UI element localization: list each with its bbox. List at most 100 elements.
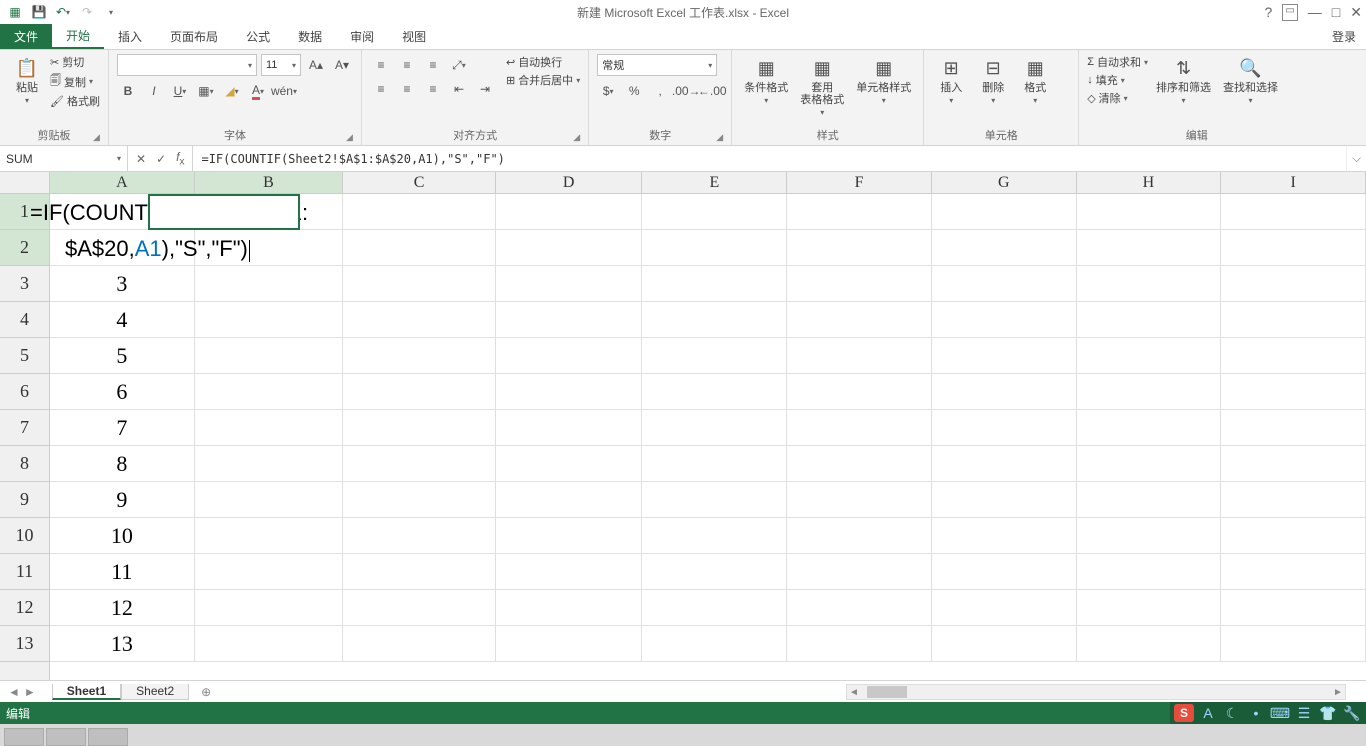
cell[interactable] xyxy=(932,194,1077,230)
cell[interactable] xyxy=(1221,374,1366,410)
sheet-tab[interactable]: Sheet1 xyxy=(52,684,121,700)
tab-view[interactable]: 视图 xyxy=(388,24,440,49)
row-header[interactable]: 7 xyxy=(0,410,49,446)
row-header[interactable]: 13 xyxy=(0,626,49,662)
cell[interactable] xyxy=(1221,482,1366,518)
tab-insert[interactable]: 插入 xyxy=(104,24,156,49)
taskbar-button[interactable] xyxy=(46,728,86,746)
tray-icon[interactable]: 🔧 xyxy=(1342,704,1362,722)
cell[interactable] xyxy=(787,374,932,410)
formula-input[interactable]: =IF(COUNTIF(Sheet2!$A$1:$A$20,A1),"S","F… xyxy=(193,146,1346,171)
cell[interactable] xyxy=(343,374,496,410)
number-format-combo[interactable]: 常规▾ xyxy=(597,54,717,76)
cell-styles-button[interactable]: ▦单元格样式▾ xyxy=(852,54,915,107)
cell[interactable] xyxy=(343,446,496,482)
cell[interactable] xyxy=(496,410,643,446)
tray-icon[interactable]: 👕 xyxy=(1318,704,1338,722)
cell[interactable]: 6 xyxy=(50,374,195,410)
cell[interactable] xyxy=(642,374,787,410)
align-center-icon[interactable]: ≡ xyxy=(396,78,418,100)
cell[interactable] xyxy=(1077,590,1222,626)
maximize-icon[interactable]: □ xyxy=(1332,4,1340,21)
cell[interactable] xyxy=(787,626,932,662)
cell[interactable] xyxy=(932,338,1077,374)
tray-icon[interactable]: • xyxy=(1246,704,1266,722)
cell[interactable] xyxy=(642,446,787,482)
comma-icon[interactable]: , xyxy=(649,80,671,102)
launcher-icon[interactable]: ◢ xyxy=(716,132,723,143)
tab-file[interactable]: 文件 xyxy=(0,24,52,49)
cell[interactable] xyxy=(932,554,1077,590)
cell[interactable] xyxy=(1077,266,1222,302)
sheet-nav-next-icon[interactable]: ► xyxy=(24,685,36,699)
cell[interactable] xyxy=(787,410,932,446)
minimize-icon[interactable]: — xyxy=(1308,4,1322,21)
cell[interactable] xyxy=(1221,590,1366,626)
cell[interactable] xyxy=(343,194,496,230)
cell[interactable] xyxy=(1221,554,1366,590)
phonetic-button[interactable]: wén▾ xyxy=(273,80,295,102)
sheet-nav-prev-icon[interactable]: ◄ xyxy=(8,685,20,699)
align-right-icon[interactable]: ≡ xyxy=(422,78,444,100)
cell[interactable]: 12 xyxy=(50,590,195,626)
tab-layout[interactable]: 页面布局 xyxy=(156,24,232,49)
undo-icon[interactable]: ↶▾ xyxy=(54,3,72,21)
cell[interactable] xyxy=(932,302,1077,338)
tab-home[interactable]: 开始 xyxy=(52,24,104,49)
launcher-icon[interactable]: ◢ xyxy=(346,132,353,143)
cell[interactable] xyxy=(787,590,932,626)
cell[interactable] xyxy=(343,266,496,302)
row-header[interactable]: 6 xyxy=(0,374,49,410)
column-header[interactable]: I xyxy=(1221,172,1366,193)
font-size-combo[interactable]: 11▾ xyxy=(261,54,301,76)
column-header[interactable]: A xyxy=(50,172,195,193)
cell[interactable] xyxy=(343,410,496,446)
expand-formula-bar-icon[interactable]: ⌵ xyxy=(1346,146,1366,171)
row-header[interactable]: 4 xyxy=(0,302,49,338)
cell[interactable] xyxy=(1077,518,1222,554)
cell[interactable] xyxy=(343,626,496,662)
cell[interactable] xyxy=(1221,194,1366,230)
tray-icon[interactable]: A xyxy=(1198,704,1218,722)
cell[interactable] xyxy=(787,230,932,266)
cell[interactable] xyxy=(496,590,643,626)
cell[interactable]: 10 xyxy=(50,518,195,554)
percent-icon[interactable]: % xyxy=(623,80,645,102)
cell[interactable]: 3 xyxy=(50,266,195,302)
cell[interactable] xyxy=(1077,230,1222,266)
cell[interactable] xyxy=(496,266,643,302)
cell[interactable] xyxy=(195,626,344,662)
cell[interactable] xyxy=(642,338,787,374)
cell[interactable] xyxy=(195,410,344,446)
cell[interactable] xyxy=(1221,626,1366,662)
merge-center-button[interactable]: ⊞ 合并后居中 ▾ xyxy=(506,72,580,88)
cell[interactable] xyxy=(642,590,787,626)
wrap-text-button[interactable]: ↩ 自动换行 xyxy=(506,54,580,70)
font-color-button[interactable]: A▾ xyxy=(247,80,269,102)
column-header[interactable]: C xyxy=(343,172,496,193)
cell[interactable] xyxy=(195,302,344,338)
cell[interactable]: 8 xyxy=(50,446,195,482)
cell[interactable] xyxy=(1077,338,1222,374)
sogou-ime-icon[interactable]: S xyxy=(1174,704,1194,722)
fx-icon[interactable]: fx xyxy=(176,150,184,167)
cell[interactable] xyxy=(496,230,643,266)
decrease-font-icon[interactable]: A▾ xyxy=(331,54,353,76)
cell[interactable] xyxy=(496,302,643,338)
cell[interactable] xyxy=(496,482,643,518)
cell[interactable] xyxy=(1077,482,1222,518)
accounting-icon[interactable]: $▾ xyxy=(597,80,619,102)
cell[interactable] xyxy=(932,410,1077,446)
cell[interactable] xyxy=(642,194,787,230)
tray-icon[interactable]: ⌨ xyxy=(1270,704,1290,722)
conditional-format-button[interactable]: ▦条件格式▾ xyxy=(740,54,792,107)
font-name-combo[interactable]: ▾ xyxy=(117,54,257,76)
decrease-decimal-icon[interactable]: ←.00 xyxy=(701,80,723,102)
cell[interactable] xyxy=(642,266,787,302)
help-icon[interactable]: ? xyxy=(1265,4,1273,21)
cell[interactable] xyxy=(787,554,932,590)
sort-filter-button[interactable]: ⇅排序和筛选▾ xyxy=(1152,54,1215,107)
cell[interactable] xyxy=(195,338,344,374)
clear-button[interactable]: ◇ 清除 ▾ xyxy=(1087,90,1148,106)
cell[interactable] xyxy=(932,518,1077,554)
